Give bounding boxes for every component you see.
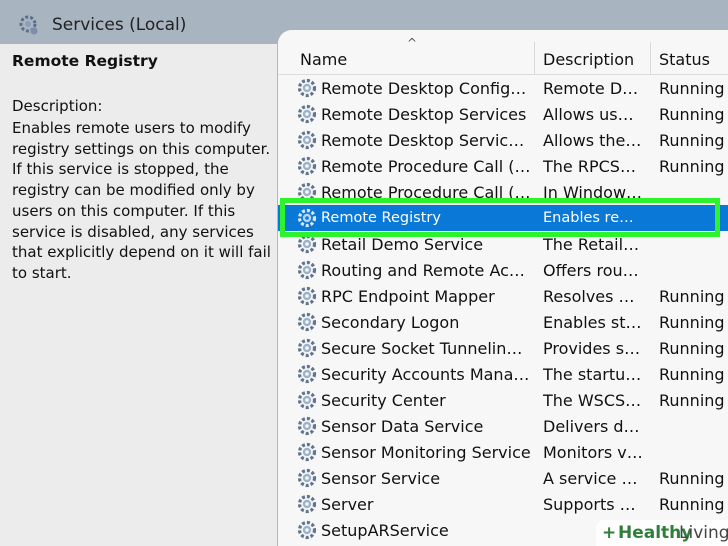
service-description: The WSCSVC... [543, 391, 643, 410]
service-name: Security Center [321, 391, 446, 410]
service-gear-icon [297, 390, 317, 410]
service-row[interactable]: Remote Procedure Call (RPC) The RPCSS s..… [278, 153, 728, 179]
logo-plus: + [602, 523, 617, 543]
service-row[interactable]: Secondary Logon Enables start... Running [278, 309, 728, 335]
service-row[interactable]: Retail Demo Service The Retail D... [278, 231, 728, 257]
service-status: Running [659, 365, 725, 384]
details-pane: Remote Registry Description: Enables rem… [0, 44, 286, 546]
service-row[interactable]: Sensor Data Service Delivers dat... [278, 413, 728, 439]
service-status: Running [659, 495, 725, 514]
service-gear-icon [297, 78, 317, 98]
service-row[interactable]: RPC Endpoint Mapper Resolves RP... Running [278, 283, 728, 309]
service-row[interactable]: Routing and Remote Access Offers routi... [278, 257, 728, 283]
service-name: Remote Registry [321, 210, 441, 226]
service-name: Sensor Data Service [321, 417, 484, 436]
service-description: A service for ... [543, 469, 643, 488]
service-name: Remote Desktop Services Us... [321, 131, 531, 150]
service-description: Resolves RP... [543, 287, 643, 306]
service-name: Security Accounts Manager [321, 365, 531, 384]
service-gear-icon [297, 494, 317, 514]
service-description: Provides sup... [543, 339, 643, 358]
service-status: Running [659, 313, 725, 332]
service-description: Delivers dat... [543, 417, 643, 436]
service-name: SetupARService [321, 521, 449, 540]
service-description: Offers routi... [543, 261, 643, 280]
service-status: Running [659, 391, 725, 410]
service-gear-icon [297, 182, 317, 202]
service-description: Allows the re... [543, 131, 643, 150]
service-gear-icon [297, 130, 317, 150]
service-name: Secondary Logon [321, 313, 460, 332]
logo-text-living: Living [679, 523, 728, 543]
service-name: Remote Procedure Call (RPC) [321, 183, 531, 202]
service-row[interactable]: Remote Procedure Call (RPC) In Windows ..… [278, 179, 728, 205]
service-row[interactable]: Remote Desktop Services Allows users ... R… [278, 101, 728, 127]
window-title: Services (Local) [52, 15, 187, 35]
service-name: Remote Procedure Call (RPC) [321, 157, 531, 176]
services-gear-icon [19, 15, 38, 35]
service-status: Running [659, 469, 725, 488]
service-description: Allows users ... [543, 105, 643, 124]
service-gear-icon [297, 104, 317, 124]
service-row-selected[interactable]: Remote Registry Enables rem... [278, 205, 728, 231]
service-status: Running [659, 287, 725, 306]
service-gear-icon [297, 520, 317, 540]
service-name: Remote Desktop Configurati... [321, 79, 531, 98]
service-gear-icon [297, 156, 317, 176]
service-row[interactable]: Sensor Monitoring Service Monitors va... [278, 439, 728, 465]
service-gear-icon [297, 260, 317, 280]
service-gear-icon [297, 208, 317, 228]
description-label: Description: [12, 97, 103, 115]
service-name: Sensor Service [321, 469, 441, 488]
service-name: Secure Socket Tunneling Pro... [321, 339, 531, 358]
service-name: Server [321, 495, 374, 514]
service-row[interactable]: Security Accounts Manager The startup ...… [278, 361, 728, 387]
service-row[interactable]: Remote Desktop Configurati... Remote Des.… [278, 75, 728, 101]
service-gear-icon [297, 468, 317, 488]
service-description: Supports file... [543, 495, 643, 514]
service-status: Running [659, 339, 725, 358]
service-description: The RPCSS s... [543, 157, 643, 176]
service-status: Running [659, 157, 725, 176]
service-gear-icon [297, 416, 317, 436]
service-status: Running [659, 131, 725, 150]
service-row[interactable]: Secure Socket Tunneling Pro... Provides s… [278, 335, 728, 361]
service-gear-icon [297, 312, 317, 332]
service-name: Routing and Remote Access [321, 261, 531, 280]
service-description: Enables start... [543, 313, 643, 332]
service-description: In Windows ... [543, 183, 643, 202]
service-description: Remote Des... [543, 79, 643, 98]
service-name: RPC Endpoint Mapper [321, 287, 495, 306]
description-text: Enables remote users to modify registry … [12, 119, 271, 282]
service-description: Enables rem... [543, 210, 643, 226]
services-list[interactable]: ^ Name Description Status Remote Desktop… [278, 30, 728, 546]
column-divider[interactable] [650, 42, 651, 74]
sort-ascending-icon: ^ [407, 36, 418, 50]
service-description: The startup ... [543, 365, 643, 384]
service-name: Retail Demo Service [321, 235, 484, 254]
service-status: Running [659, 79, 725, 98]
healthy-living-logo: + Healthy Living [596, 520, 728, 546]
column-divider[interactable] [534, 42, 535, 74]
service-gear-icon [297, 442, 317, 462]
service-gear-icon [297, 234, 317, 254]
service-row[interactable]: Remote Desktop Services Us... Allows the … [278, 127, 728, 153]
service-gear-icon [297, 338, 317, 358]
column-name[interactable]: Name [300, 50, 347, 69]
column-header: ^ Name Description Status [278, 30, 728, 75]
service-row[interactable]: Sensor Service A service for ... Running [278, 465, 728, 491]
service-status: Running [659, 105, 725, 124]
column-description[interactable]: Description [543, 50, 634, 69]
service-name: Remote Desktop Services [321, 105, 527, 124]
selected-service-title: Remote Registry [12, 52, 158, 70]
service-rows: Remote Desktop Configurati... Remote Des.… [278, 75, 728, 543]
service-row[interactable]: Server Supports file... Running [278, 491, 728, 517]
service-description: The Retail D... [543, 235, 643, 254]
service-gear-icon [297, 286, 317, 306]
column-status[interactable]: Status [659, 50, 710, 69]
service-description: Monitors va... [543, 443, 643, 462]
service-name: Sensor Monitoring Service [321, 443, 531, 462]
service-row[interactable]: Security Center The WSCSVC... Running [278, 387, 728, 413]
service-gear-icon [297, 364, 317, 384]
